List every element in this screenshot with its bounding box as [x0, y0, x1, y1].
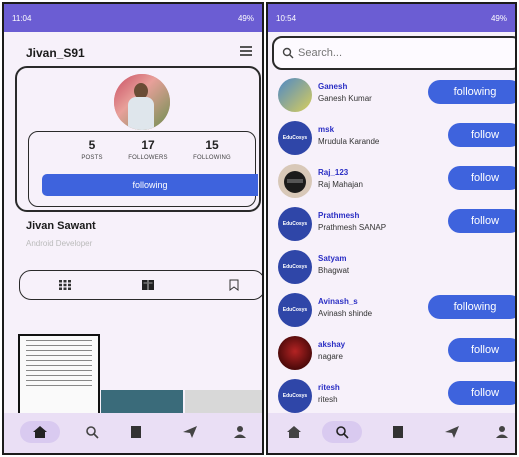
profile-screen: 11:04 49% Jivan_S91 5 POSTS 17 FOLLOWERS… — [2, 2, 264, 455]
educosys-logo-avatar: EduCosys — [278, 207, 312, 241]
user-fullname: Prathmesh SANAP — [318, 223, 387, 232]
profile-icon[interactable] — [494, 425, 510, 439]
user-row[interactable]: Ganesh Ganesh Kumar following — [268, 74, 515, 116]
user-avatar — [278, 78, 312, 112]
educosys-logo-avatar: EduCosys — [278, 250, 312, 284]
battery-level: 49% — [490, 13, 507, 23]
user-row[interactable]: EduCosys ritesh ritesh follow — [268, 375, 515, 417]
user-fullname: Raj Mahajan — [318, 180, 363, 189]
grid-icon[interactable] — [58, 279, 72, 291]
educosys-logo-avatar: EduCosys — [278, 121, 312, 155]
user-row[interactable]: EduCosys Satyam Bhagwat — [268, 246, 515, 288]
user-handle: akshay — [318, 340, 346, 349]
home-icon[interactable] — [32, 425, 48, 439]
user-row[interactable]: Raj_123 Raj Mahajan follow — [268, 160, 515, 202]
following-button[interactable]: following — [428, 80, 515, 104]
battery-level: 49% — [237, 13, 254, 23]
menu-icon[interactable] — [240, 46, 252, 56]
post-thumbnail[interactable] — [18, 334, 100, 414]
home-icon[interactable] — [286, 425, 302, 439]
user-handle: Avinash_s — [318, 297, 358, 306]
bottom-navigation — [268, 413, 515, 453]
reels-icon[interactable] — [390, 425, 406, 439]
followers-count: 17 — [141, 138, 155, 152]
search-icon[interactable] — [84, 425, 100, 439]
status-time: 10:54 — [276, 13, 297, 23]
reels-icon[interactable] — [128, 425, 144, 439]
bottom-navigation — [4, 413, 262, 453]
posts-stat[interactable]: 5 POSTS — [62, 138, 122, 161]
user-handle: ritesh — [318, 383, 340, 392]
following-button[interactable]: following — [42, 174, 258, 196]
user-handle: Ganesh — [318, 82, 348, 91]
book-icon[interactable] — [141, 279, 155, 291]
status-time: 11:04 — [12, 13, 32, 23]
user-avatar — [278, 336, 312, 370]
bio: Android Developer — [26, 239, 93, 248]
user-handle: Prathmesh — [318, 211, 360, 220]
followers-label: FOLLOWERS — [128, 155, 168, 161]
follow-button[interactable]: follow — [448, 123, 515, 147]
user-handle: Satyam — [318, 254, 347, 263]
search-icon — [282, 47, 294, 59]
user-row[interactable]: akshay nagare follow — [268, 332, 515, 374]
following-button[interactable]: following — [428, 295, 515, 319]
posts-label: POSTS — [81, 155, 103, 161]
status-icons: 49% — [491, 14, 507, 23]
user-row[interactable]: EduCosys Avinash_s Avinash shinde follow… — [268, 289, 515, 331]
display-name: Jivan Sawant — [26, 220, 96, 232]
follow-button[interactable]: follow — [448, 166, 515, 190]
user-fullname: ritesh — [318, 395, 338, 404]
educosys-logo-avatar: EduCosys — [278, 379, 312, 413]
profile-avatar[interactable] — [114, 74, 170, 130]
user-fullname: nagare — [318, 352, 343, 361]
user-row[interactable]: EduCosys msk Mrudula Karande follow — [268, 117, 515, 159]
profile-icon[interactable] — [232, 425, 248, 439]
following-label: FOLLOWING — [193, 155, 231, 161]
user-avatar — [278, 164, 312, 198]
following-list-screen: 10:54 49% Ganesh Ganesh Kumar following … — [266, 2, 517, 455]
user-fullname: Bhagwat — [318, 266, 350, 275]
profile-username: Jivan_S91 — [26, 46, 85, 60]
send-icon[interactable] — [444, 425, 460, 439]
status-bar: 10:54 49% — [268, 4, 515, 32]
user-fullname: Avinash shinde — [318, 309, 373, 318]
search-input[interactable] — [298, 46, 498, 60]
search-icon[interactable] — [334, 425, 350, 439]
follow-button[interactable]: follow — [448, 209, 515, 233]
user-fullname: Mrudula Karande — [318, 137, 380, 146]
follow-button[interactable]: follow — [448, 338, 515, 362]
user-handle: msk — [318, 125, 335, 134]
following-stat[interactable]: 15 FOLLOWING — [182, 138, 242, 161]
bookmark-icon[interactable] — [227, 279, 241, 291]
user-handle: Raj_123 — [318, 168, 349, 177]
following-count: 15 — [205, 138, 219, 152]
status-icons: 49% — [238, 14, 254, 23]
user-row[interactable]: EduCosys Prathmesh Prathmesh SANAP follo… — [268, 203, 515, 245]
user-fullname: Ganesh Kumar — [318, 94, 372, 103]
followers-stat[interactable]: 17 FOLLOWERS — [118, 138, 178, 161]
status-bar: 11:04 49% — [4, 4, 262, 32]
educosys-logo-avatar: EduCosys — [278, 293, 312, 327]
follow-button[interactable]: follow — [448, 381, 515, 405]
posts-count: 5 — [88, 138, 96, 152]
send-icon[interactable] — [182, 425, 198, 439]
